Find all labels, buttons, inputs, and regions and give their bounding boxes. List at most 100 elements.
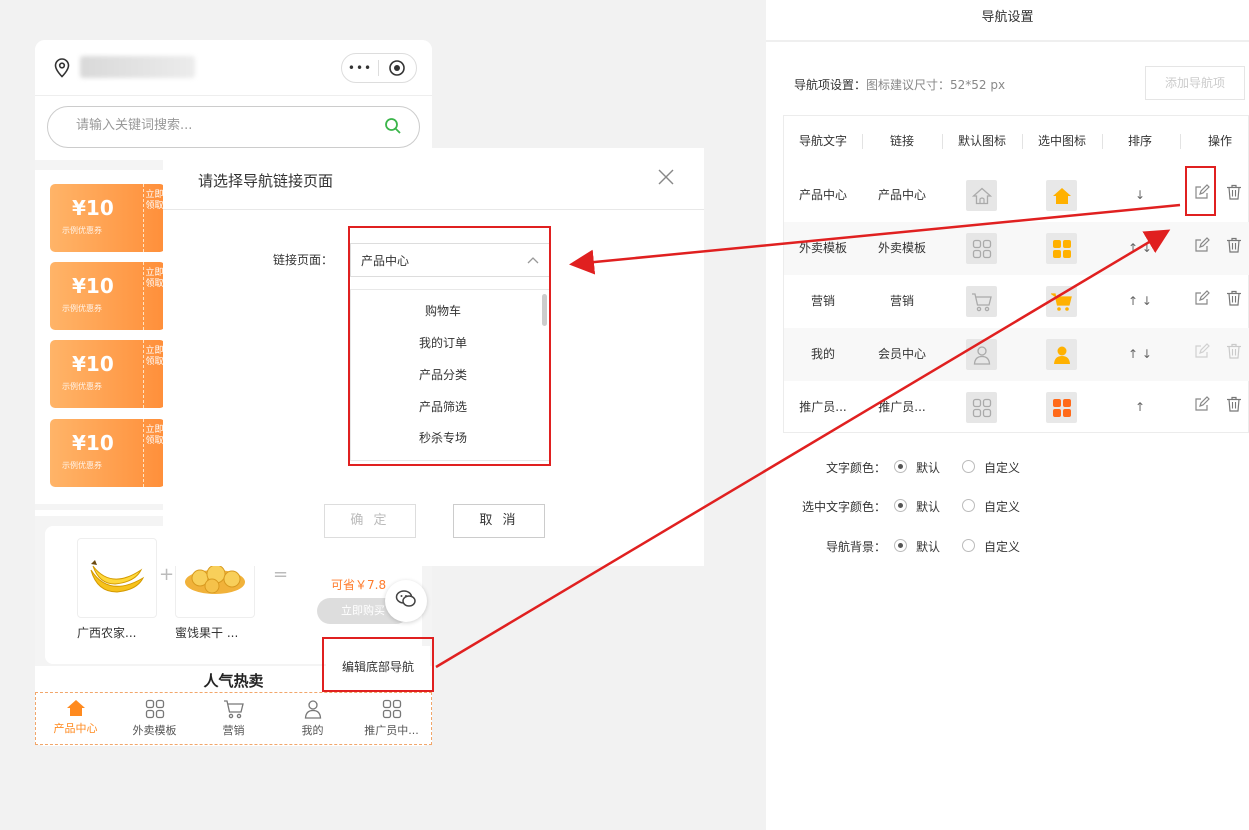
home-icon xyxy=(66,700,85,716)
tab-promoter[interactable]: 推广员中... xyxy=(352,693,431,744)
save-amount: 可省￥7.8 xyxy=(331,578,387,592)
radio-label: 自定义 xyxy=(984,500,1021,514)
nav-text: 我的 xyxy=(810,347,835,361)
coupon-claim[interactable]: 立即领取 xyxy=(143,184,165,252)
blurred-shop-name xyxy=(80,56,195,78)
sort-arrows[interactable]: ↑ ↓ xyxy=(1110,275,1170,328)
coupon-claim[interactable]: 立即领取 xyxy=(143,419,165,487)
coupon[interactable]: ¥10 示例优惠券 立即领取 xyxy=(50,419,165,487)
edit-icon[interactable] xyxy=(1194,290,1210,310)
coupon[interactable]: ¥10 示例优惠券 立即领取 xyxy=(50,184,165,252)
radio-label: 默认 xyxy=(916,500,941,514)
coupon-desc: 示例优惠券 xyxy=(62,461,102,470)
edit-icon[interactable] xyxy=(1194,237,1210,257)
tab-marketing[interactable]: 营销 xyxy=(194,693,273,744)
grid-icon xyxy=(382,699,401,719)
confirm-button[interactable]: 确 定 xyxy=(324,504,416,538)
search-icon[interactable] xyxy=(384,117,402,139)
nav-link: 外卖模板 xyxy=(877,241,926,255)
coupon-claim[interactable]: 立即领取 xyxy=(143,340,165,408)
radio-custom[interactable] xyxy=(962,499,975,512)
tab-product-center[interactable]: 产品中心 xyxy=(36,693,115,744)
home-icon[interactable] xyxy=(966,180,997,211)
close-target-icon[interactable] xyxy=(379,59,415,77)
sort-arrows[interactable]: ↑ ↓ xyxy=(1110,222,1170,275)
grid-icon[interactable] xyxy=(966,392,997,423)
delete-icon[interactable] xyxy=(1226,237,1242,257)
edit-icon[interactable] xyxy=(1194,396,1210,416)
tab-mine[interactable]: 我的 xyxy=(273,693,352,744)
grid-icon[interactable] xyxy=(1046,392,1077,423)
nav-items-table: 导航文字 链接 默认图标 选中图标 排序 操作 产品中心 产品中心 ↓ 外卖模板… xyxy=(783,115,1249,433)
nav-settings-panel: 导航设置 导航项设置：图标建议尺寸：52*52 px 添加导航项 导航文字 链接… xyxy=(766,0,1249,830)
cancel-button[interactable]: 取 消 xyxy=(453,504,545,538)
coupon-desc: 示例优惠券 xyxy=(62,226,102,235)
add-nav-item-button[interactable]: 添加导航项 xyxy=(1145,66,1245,100)
coupon-amount: ¥10 xyxy=(72,352,114,376)
icon-size-hint: 图标建议尺寸：52*52 px xyxy=(866,78,1006,92)
sort-arrows[interactable]: ↑ xyxy=(1110,381,1170,434)
radio-custom[interactable] xyxy=(962,539,975,552)
nav-link: 会员中心 xyxy=(877,347,926,361)
tab-label: 推广员中... xyxy=(364,724,419,737)
edit-icon[interactable] xyxy=(1194,343,1210,363)
table-row: 营销 营销 ↑ ↓ xyxy=(784,275,1249,328)
cart-icon xyxy=(223,700,244,719)
panel-title: 导航设置 xyxy=(981,10,1034,25)
customer-service-button[interactable] xyxy=(385,580,427,622)
grid-icon[interactable] xyxy=(966,233,997,264)
wechat-icon xyxy=(395,589,417,613)
search-input[interactable] xyxy=(74,117,368,134)
nav-link: 推广员... xyxy=(878,400,926,414)
user-icon[interactable] xyxy=(966,339,997,370)
annotation-box-dropdown xyxy=(348,226,551,466)
coupon[interactable]: ¥10 示例优惠券 立即领取 xyxy=(50,262,165,330)
delete-icon[interactable] xyxy=(1226,184,1242,204)
nav-text: 营销 xyxy=(810,294,835,308)
annotation-box-edit-nav xyxy=(322,637,434,692)
table-row: 我的 会员中心 ↑ ↓ xyxy=(784,328,1249,381)
coupon-claim[interactable]: 立即领取 xyxy=(143,262,165,330)
coupon-amount: ¥10 xyxy=(72,431,114,455)
cart-icon[interactable] xyxy=(1046,286,1077,317)
tab-label: 营销 xyxy=(222,724,245,737)
nav-text: 推广员... xyxy=(799,400,847,414)
radio-default[interactable] xyxy=(894,539,907,552)
tab-label: 外卖模板 xyxy=(132,724,177,737)
radio-default[interactable] xyxy=(894,499,907,512)
delete-icon[interactable] xyxy=(1226,290,1242,310)
col-header: 默认图标 xyxy=(957,134,1006,148)
tab-takeout-template[interactable]: 外卖模板 xyxy=(115,693,194,744)
home-icon[interactable] xyxy=(1046,180,1077,211)
coupon-amount: ¥10 xyxy=(72,196,114,220)
grid-icon[interactable] xyxy=(1046,233,1077,264)
coupon[interactable]: ¥10 示例优惠券 立即领取 xyxy=(50,340,165,408)
bottom-tab-bar: 产品中心 外卖模板 营销 我的 推广员中... xyxy=(35,692,432,745)
radio-default[interactable] xyxy=(894,460,907,473)
annotation-box-edit-icon xyxy=(1185,166,1216,216)
product-name: 广西农家... xyxy=(77,626,137,640)
delete-icon[interactable] xyxy=(1226,343,1242,363)
col-header: 排序 xyxy=(1127,134,1152,148)
sort-arrows[interactable]: ↑ ↓ xyxy=(1110,328,1170,381)
delete-icon[interactable] xyxy=(1226,396,1242,416)
col-header: 导航文字 xyxy=(798,134,847,148)
sort-arrows[interactable]: ↓ xyxy=(1110,169,1170,222)
user-icon[interactable] xyxy=(1046,339,1077,370)
product-name: 蜜饯果干 ... xyxy=(175,626,239,640)
link-page-label: 链接页面： xyxy=(273,253,334,267)
radio-custom[interactable] xyxy=(962,460,975,473)
modal-divider xyxy=(163,209,704,210)
close-icon[interactable] xyxy=(657,168,675,190)
tab-label: 产品中心 xyxy=(53,722,98,735)
location-icon[interactable] xyxy=(52,57,72,83)
search-box[interactable] xyxy=(47,106,420,148)
col-header: 选中图标 xyxy=(1037,134,1086,148)
table-row: 推广员... 推广员... ↑ xyxy=(784,381,1249,434)
phone-header: ••• xyxy=(35,40,432,96)
product-image-banana[interactable] xyxy=(77,538,157,618)
more-icon[interactable]: ••• xyxy=(342,61,378,75)
setting-label: 选中文字颜色： xyxy=(801,500,886,514)
cart-icon[interactable] xyxy=(966,286,997,317)
nav-items-title: 导航项设置：图标建议尺寸：52*52 px xyxy=(794,76,1005,93)
